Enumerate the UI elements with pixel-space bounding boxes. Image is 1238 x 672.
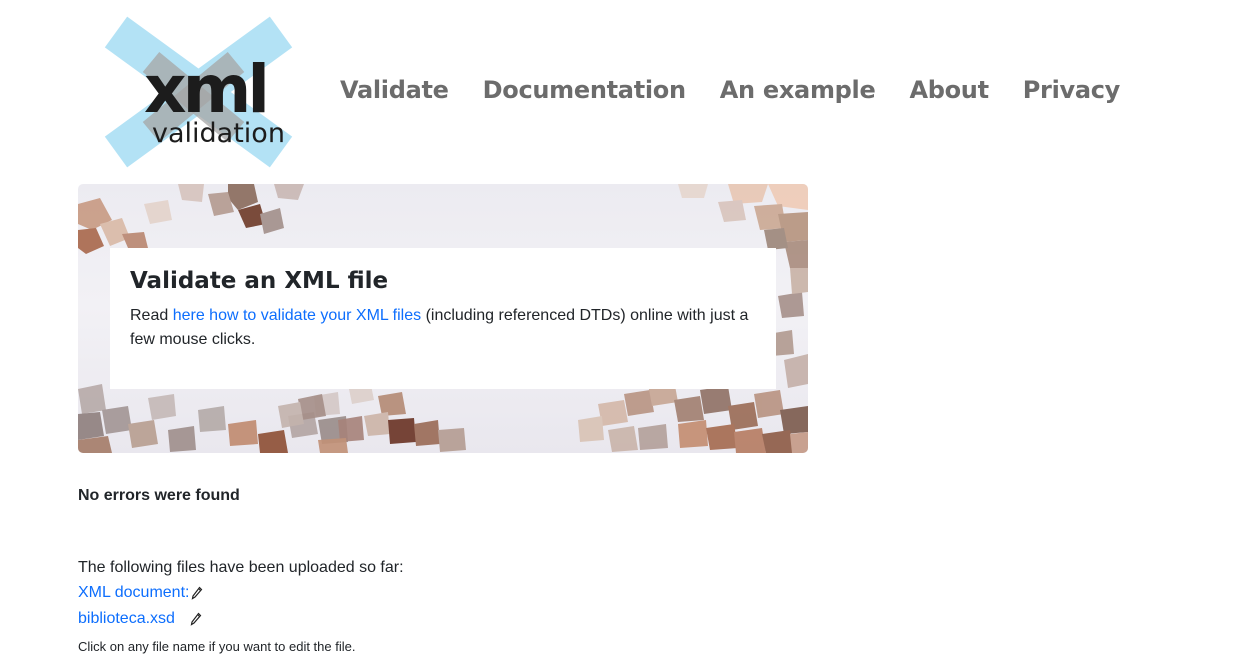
xml-document-link[interactable]: XML document: (78, 584, 189, 602)
logo-word-sub: validation (152, 118, 285, 149)
file-item-xml-document: XML document: (78, 584, 203, 602)
main-nav: Validate Documentation An example About … (340, 74, 1154, 106)
pencil-icon[interactable] (191, 586, 203, 600)
logo-graphic: xml validation (104, 16, 293, 168)
uploaded-files-heading: The following files have been uploaded s… (78, 559, 404, 576)
nav-an-example[interactable]: An example (720, 74, 876, 106)
nav-validate[interactable]: Validate (340, 74, 449, 106)
edit-file-hint: Click on any file name if you want to ed… (78, 639, 356, 654)
nav-privacy[interactable]: Privacy (1023, 74, 1121, 106)
biblioteca-xsd-link[interactable]: biblioteca.xsd (78, 610, 175, 628)
intro-text: Read here how to validate your XML files… (130, 304, 756, 352)
hero-banner: Validate an XML file Read here how to va… (78, 184, 808, 453)
nav-about[interactable]: About (909, 74, 989, 106)
file-item-biblioteca: biblioteca.xsd (78, 610, 202, 628)
nav-documentation[interactable]: Documentation (483, 74, 686, 106)
logo-word-main: xml (144, 51, 266, 128)
page-title: Validate an XML file (130, 268, 389, 294)
intro-text-before: Read (130, 307, 173, 324)
intro-card: Validate an XML file Read here how to va… (110, 248, 776, 389)
site-logo[interactable]: xml validation (96, 12, 301, 170)
how-to-validate-link[interactable]: here how to validate your XML files (173, 307, 421, 324)
validation-result: No errors were found (78, 487, 240, 504)
pencil-icon[interactable] (190, 612, 202, 626)
